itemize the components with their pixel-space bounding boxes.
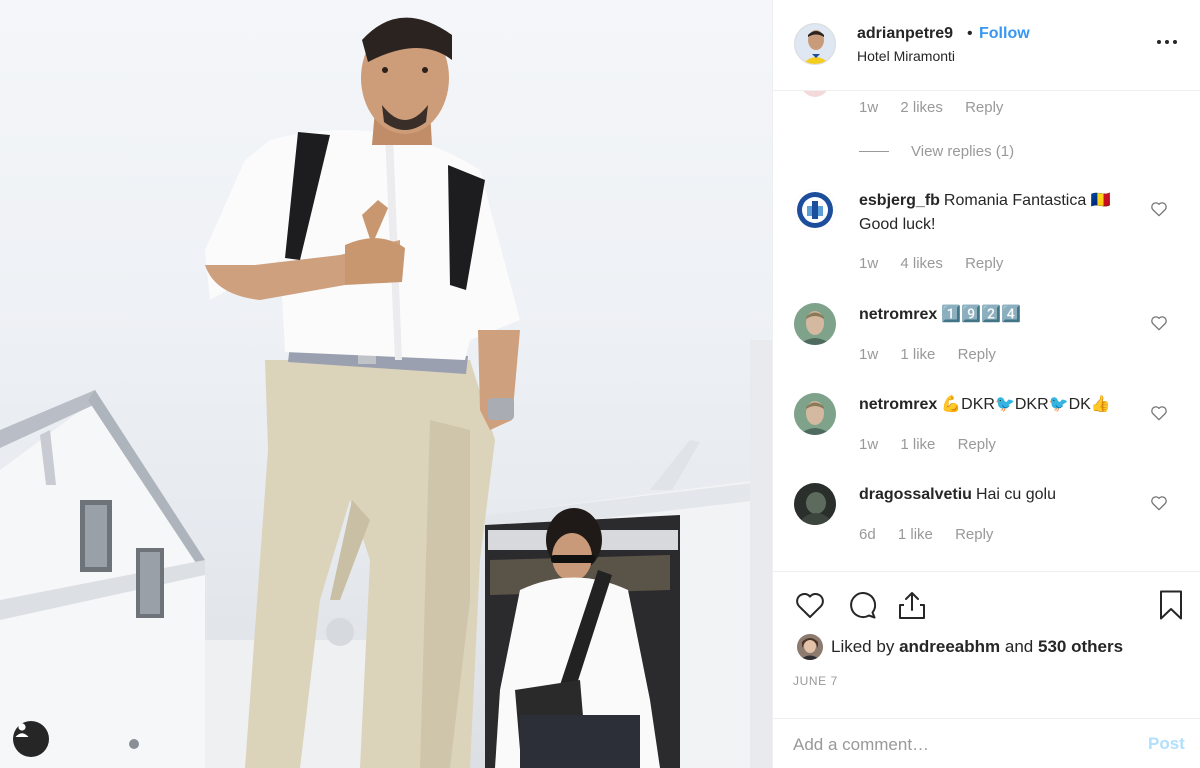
liked-by-others[interactable]: 530 others (1038, 637, 1123, 657)
comment-username[interactable]: netromrex (859, 306, 937, 323)
comment-meta: 1w 1 like Reply (859, 346, 996, 363)
comment-meta: 1w 2 likes Reply (859, 99, 1003, 116)
share-icon[interactable] (895, 588, 929, 622)
comment-time: 1w (859, 346, 879, 363)
comment-avatar[interactable] (794, 303, 836, 345)
view-replies-button[interactable]: View replies (1) (859, 143, 1014, 160)
like-comment-heart-icon[interactable] (1149, 403, 1169, 423)
comment-avatar[interactable] (794, 189, 836, 231)
comment-avatar[interactable] (794, 483, 836, 525)
comment-username[interactable]: dragossalvetiu (859, 486, 972, 503)
comment-icon[interactable] (845, 588, 879, 622)
comment-time: 1w (859, 255, 879, 272)
heart-icon[interactable] (793, 588, 827, 622)
comment-body: netromrex 1️⃣9️⃣2️⃣4️⃣ (859, 303, 1149, 327)
comment-body: dragossalvetiu Hai cu golu (859, 483, 1149, 507)
comment-text: 1️⃣9️⃣2️⃣4️⃣ (941, 306, 1021, 323)
reply-button[interactable]: Reply (955, 526, 993, 543)
comment-likes[interactable]: 1 like (900, 436, 935, 453)
post-photo (0, 0, 772, 768)
post-date[interactable]: JUNE 7 (793, 674, 838, 688)
comment-likes[interactable]: 2 likes (900, 99, 943, 116)
liked-by-and: and (1004, 637, 1034, 656)
comment-likes[interactable]: 1 like (900, 346, 935, 363)
separator-dot: • (967, 25, 973, 42)
like-comment-heart-icon[interactable] (1149, 313, 1169, 333)
comment-avatar[interactable] (794, 393, 836, 435)
comment-text: Hai cu golu (975, 486, 1056, 503)
comment-time: 1w (859, 99, 879, 116)
comment-avatar[interactable] (801, 91, 829, 97)
bookmark-icon[interactable] (1154, 588, 1188, 622)
comment-meta: 6d 1 like Reply (859, 526, 993, 543)
comment-body: netromrex 💪DKR🐦DKR🐦DK👍 (859, 393, 1149, 417)
photo-scene (0, 17, 772, 768)
add-comment-bar: Post (773, 718, 1200, 768)
post-comment-button[interactable]: Post (1148, 734, 1185, 754)
divider-line (859, 151, 889, 152)
user-icon (15, 723, 29, 737)
comment-time: 6d (859, 526, 876, 543)
comment-text: 💪DKR🐦DKR🐦DK👍 (941, 396, 1111, 413)
author-username[interactable]: adrianpetre9 (857, 25, 953, 43)
liker-avatar[interactable] (797, 634, 823, 660)
view-replies-label: View replies (1) (911, 143, 1015, 160)
reply-button[interactable]: Reply (965, 255, 1003, 272)
post-sidebar: adrianpetre9 • Follow Hotel Miramonti 1w… (772, 0, 1200, 768)
like-comment-heart-icon[interactable] (1149, 199, 1169, 219)
add-comment-input[interactable] (793, 729, 1123, 761)
comment-likes[interactable]: 1 like (898, 526, 933, 543)
comment-time: 1w (859, 436, 879, 453)
comment-username[interactable]: esbjerg_fb (859, 192, 940, 209)
location-link[interactable]: Hotel Miramonti (857, 48, 955, 64)
reply-button[interactable]: Reply (958, 436, 996, 453)
more-options-icon[interactable] (1157, 31, 1191, 53)
comment-body: esbjerg_fb Romania Fantastica 🇷🇴 Good luc… (859, 189, 1149, 237)
author-avatar[interactable] (794, 23, 836, 65)
reply-button[interactable]: Reply (958, 346, 996, 363)
reply-button[interactable]: Reply (965, 99, 1003, 116)
follow-button[interactable]: Follow (979, 25, 1030, 43)
like-comment-heart-icon[interactable] (1149, 493, 1169, 513)
post-header: adrianpetre9 • Follow Hotel Miramonti (773, 0, 1200, 91)
liked-by-prefix: Liked by (831, 637, 895, 656)
liked-by-row: Liked by andreeabhm and 530 others (797, 634, 1123, 660)
tagged-users-button[interactable] (13, 721, 49, 757)
comment-likes[interactable]: 4 likes (900, 255, 943, 272)
comment-meta: 1w 4 likes Reply (859, 255, 1003, 272)
comment-username[interactable]: netromrex (859, 396, 937, 413)
post-actions: Liked by andreeabhm and 530 others JUNE … (773, 571, 1200, 768)
comment-meta: 1w 1 like Reply (859, 436, 996, 453)
comments-list[interactable]: 1w 2 likes Reply View replies (1) esbjer… (773, 91, 1200, 571)
liked-by-user[interactable]: andreeabhm (899, 637, 1000, 657)
